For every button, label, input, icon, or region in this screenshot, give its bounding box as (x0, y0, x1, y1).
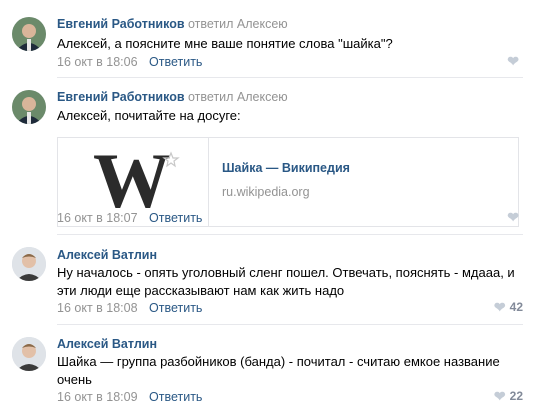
heart-icon: ❤ (507, 209, 519, 225)
comment-author[interactable]: Алексей Ватлин (57, 337, 157, 351)
like-button[interactable]: ❤ (507, 210, 523, 224)
like-count: 42 (509, 300, 523, 314)
avatar[interactable] (12, 247, 46, 281)
heart-icon: ❤ (493, 299, 506, 315)
comment-meta: 16 окт в 18:06 Ответить (57, 55, 202, 69)
comment-date[interactable]: 16 окт в 18:06 (57, 55, 138, 69)
reply-button[interactable]: Ответить (149, 301, 202, 315)
heart-icon: ❤ (507, 53, 519, 69)
divider (57, 324, 523, 325)
comment-text: Алексей, а поясните мне ваше понятие сло… (57, 36, 393, 51)
author-name[interactable]: Евгений Работников (57, 90, 185, 104)
like-button[interactable]: ❤ 22 (494, 389, 523, 403)
comment-meta: 16 окт в 18:08 Ответить (57, 301, 202, 315)
comment-date[interactable]: 16 окт в 18:09 (57, 390, 138, 404)
avatar[interactable] (12, 17, 46, 51)
reply-button[interactable]: Ответить (149, 390, 202, 404)
like-button[interactable]: ❤ (507, 54, 523, 68)
link-domain: ru.wikipedia.org (222, 185, 310, 199)
reply-to-label[interactable]: ответил Алексею (188, 90, 288, 104)
like-count: 22 (509, 389, 523, 403)
comment-meta: 16 окт в 18:09 Ответить (57, 390, 202, 404)
svg-text:W: W (93, 147, 171, 217)
avatar[interactable] (12, 90, 46, 124)
author-name[interactable]: Алексей Ватлин (57, 337, 157, 351)
comment-text: Ну началось - опять уголовный сленг поше… (57, 265, 515, 298)
divider (57, 234, 523, 235)
reply-button[interactable]: Ответить (149, 55, 202, 69)
author-name[interactable]: Алексей Ватлин (57, 248, 157, 262)
comment-date[interactable]: 16 окт в 18:07 (57, 211, 138, 225)
divider (57, 77, 523, 78)
reply-to-label[interactable]: ответил Алексею (188, 17, 288, 31)
comment-date[interactable]: 16 окт в 18:08 (57, 301, 138, 315)
heart-icon: ❤ (493, 388, 506, 404)
comment-text: Шайка — группа разбойников (банда) - поч… (57, 354, 500, 387)
comment-author[interactable]: Алексей Ватлин (57, 248, 157, 262)
comment-text: Алексей, почитайте на досуге: (57, 108, 241, 123)
link-title[interactable]: Шайка — Википедия (222, 161, 350, 175)
comment-author[interactable]: Евгений Работников ответил Алексею (57, 90, 288, 104)
reply-button[interactable]: Ответить (149, 211, 202, 225)
author-name[interactable]: Евгений Работников (57, 17, 185, 31)
like-button[interactable]: ❤ 42 (494, 300, 523, 314)
comment-meta: 16 окт в 18:07 Ответить (57, 211, 202, 225)
avatar[interactable] (12, 337, 46, 371)
comment-author[interactable]: Евгений Работников ответил Алексею (57, 17, 288, 31)
wikipedia-w-icon: W (93, 147, 180, 217)
